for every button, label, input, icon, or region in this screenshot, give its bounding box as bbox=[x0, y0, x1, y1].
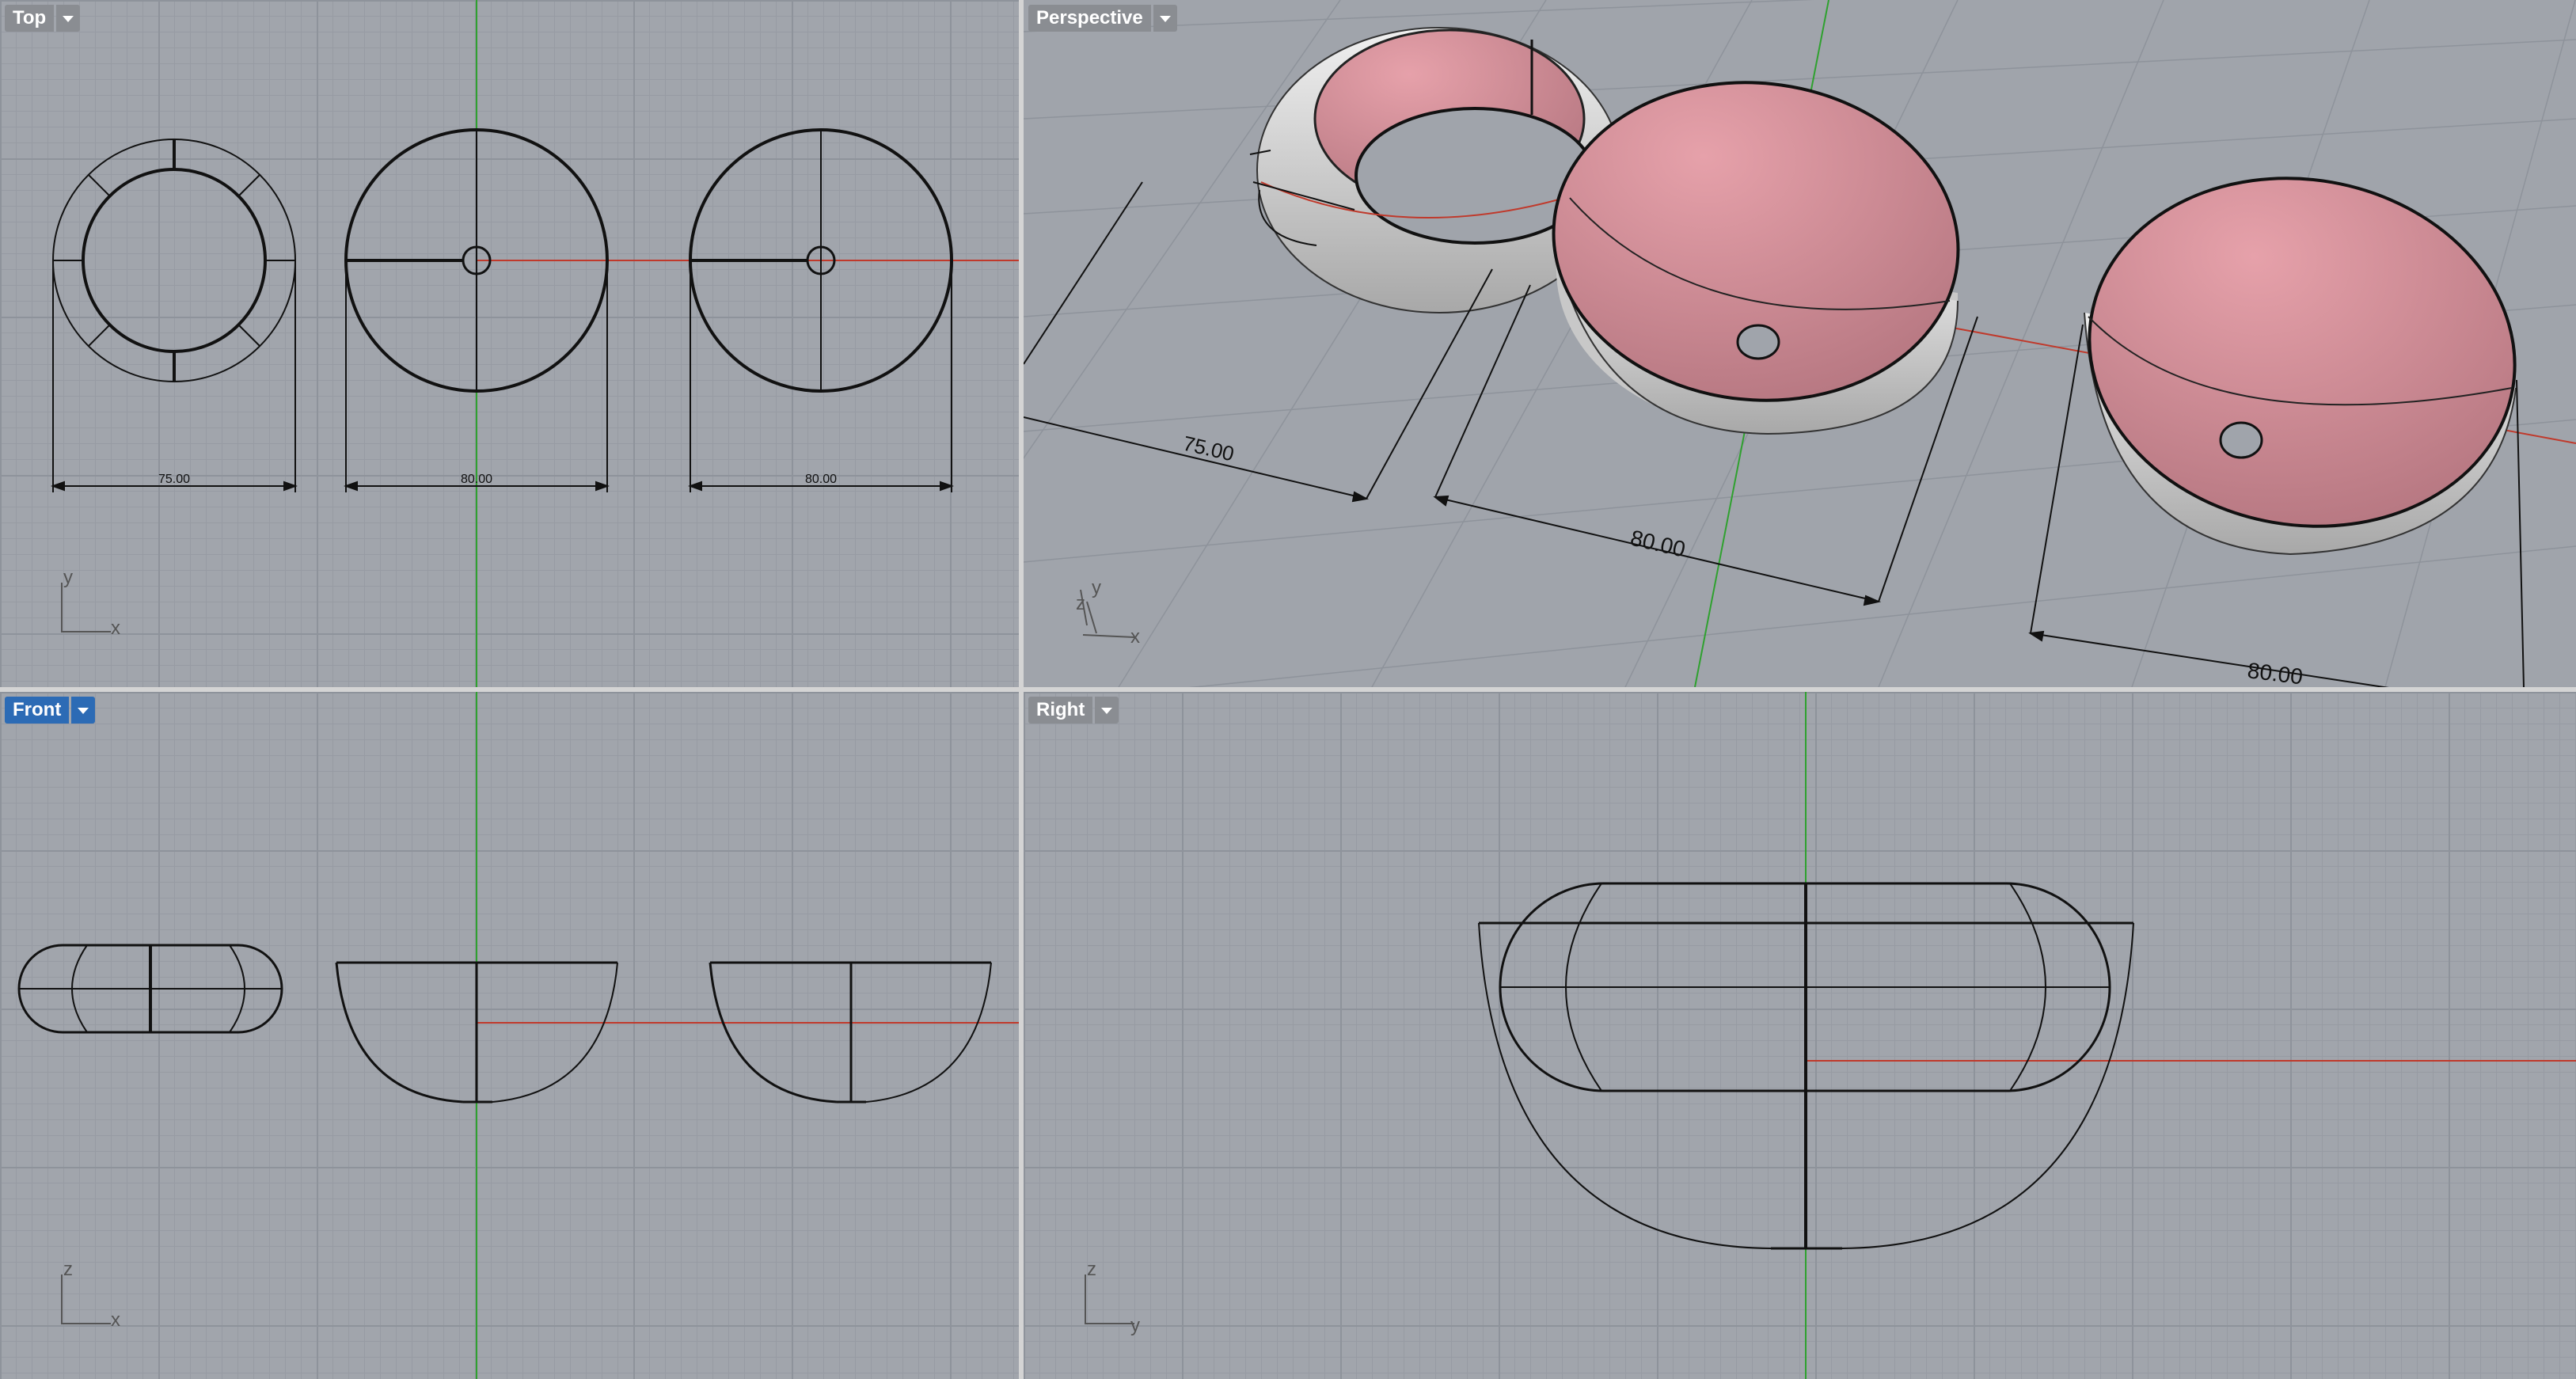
axis-label-z: z bbox=[1087, 1259, 1096, 1280]
viewport-title[interactable]: Right bbox=[1028, 697, 1093, 724]
chevron-down-icon[interactable] bbox=[71, 697, 96, 724]
axis-gizmo-right: z y bbox=[1085, 1259, 1140, 1336]
viewport-right[interactable]: z y Right bbox=[1024, 692, 2576, 1379]
viewport-tab-top[interactable]: Top bbox=[5, 5, 81, 32]
viewport-tab-perspective[interactable]: Perspective bbox=[1028, 5, 1177, 32]
ring-front bbox=[17, 944, 283, 1034]
chevron-down-icon[interactable] bbox=[1095, 697, 1119, 724]
bowl1-front bbox=[335, 961, 618, 1104]
dim-label-ring: 75.00 bbox=[1181, 431, 1237, 466]
viewport-title[interactable]: Perspective bbox=[1028, 5, 1151, 32]
axis-gizmo-perspective: z y x bbox=[1076, 577, 1140, 648]
viewport-tab-right[interactable]: Right bbox=[1028, 697, 1119, 724]
axis-label-y: y bbox=[1130, 1315, 1140, 1336]
viewport-title[interactable]: Top bbox=[5, 5, 55, 32]
viewport-tab-front[interactable]: Front bbox=[5, 697, 96, 724]
dim-label-bowl1: 80.00 bbox=[461, 473, 492, 486]
ring-top bbox=[52, 139, 296, 382]
right-view-drawing: z y bbox=[1085, 692, 2576, 1379]
viewport-top[interactable]: 75.00 80.00 80.00 y x Top bbox=[0, 0, 1019, 687]
axis-label-x: x bbox=[111, 617, 120, 639]
front-view-drawing: z x bbox=[17, 692, 1019, 1379]
bowl2-front bbox=[709, 961, 992, 1104]
bowl2-perspective bbox=[2084, 177, 2517, 556]
chevron-down-icon[interactable] bbox=[56, 5, 81, 32]
axis-label-z: z bbox=[1076, 593, 1085, 614]
dim-label-bowl1: 80.00 bbox=[1628, 526, 1688, 562]
dimension-lines-top bbox=[51, 260, 954, 492]
axis-gizmo-front: z x bbox=[61, 1259, 120, 1331]
top-view-drawing: 75.00 80.00 80.00 y x bbox=[51, 0, 1019, 687]
viewport-perspective[interactable]: 75.00 80.00 80.00 z y x Perspective bbox=[1024, 0, 2576, 687]
viewport-title[interactable]: Front bbox=[5, 697, 70, 724]
dim-label-bowl2: 80.00 bbox=[805, 473, 837, 486]
axis-label-x: x bbox=[1130, 626, 1140, 648]
chevron-down-icon[interactable] bbox=[1153, 5, 1177, 32]
viewport-front[interactable]: z x Front bbox=[0, 692, 1019, 1379]
axis-gizmo-top: y x bbox=[61, 567, 120, 639]
perspective-view-drawing: 75.00 80.00 80.00 z y x bbox=[1024, 0, 2576, 687]
dim-label-bowl2: 80.00 bbox=[2246, 658, 2304, 687]
ring-right bbox=[1499, 882, 2111, 1092]
axis-label-y: y bbox=[1092, 577, 1101, 598]
axis-label-z: z bbox=[63, 1259, 73, 1280]
axis-label-x: x bbox=[111, 1309, 120, 1331]
dim-label-ring: 75.00 bbox=[158, 473, 190, 486]
axis-label-y: y bbox=[63, 567, 73, 588]
